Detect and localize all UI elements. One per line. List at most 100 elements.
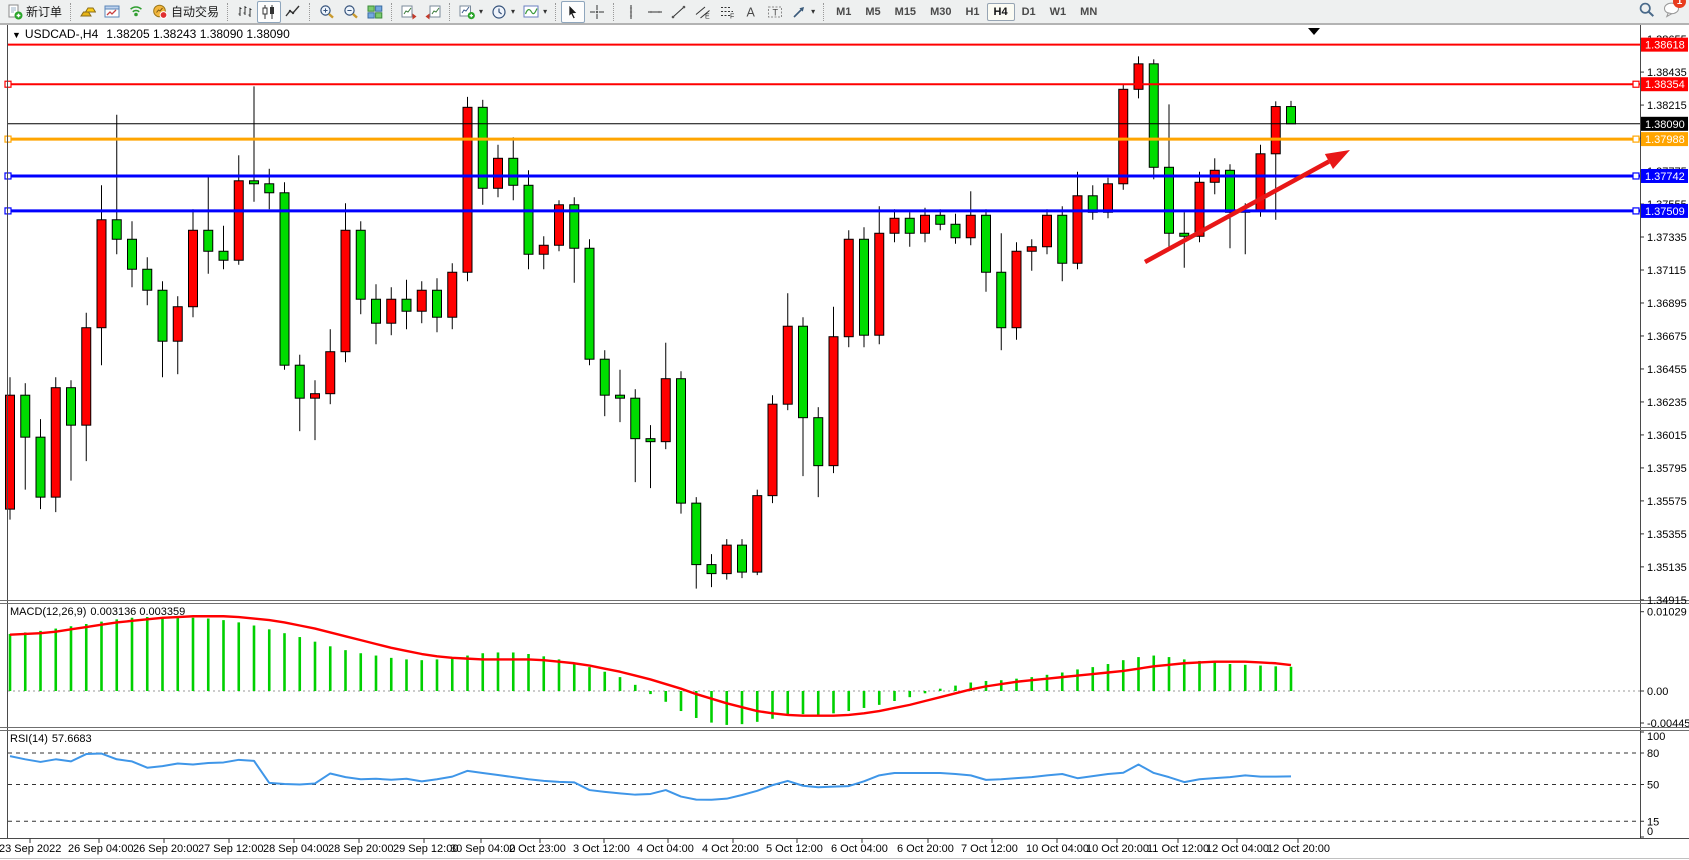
cursor-icon xyxy=(565,4,581,20)
chart-canvas[interactable]: 1.386551.384351.382151.379951.377751.375… xyxy=(0,0,1689,860)
timeframe-MN[interactable]: MN xyxy=(1073,3,1104,21)
candle-body xyxy=(173,307,182,341)
notification-badge[interactable]: 1 xyxy=(1673,0,1686,8)
toolbar-button-zoom-in[interactable] xyxy=(315,1,339,23)
rsi-tick-label: 0 xyxy=(1647,826,1653,838)
time-axis-label: 11 Oct 12:00 xyxy=(1147,843,1209,855)
candle-chart-icon xyxy=(261,4,277,20)
candle-body xyxy=(158,290,167,341)
price-tag-label: 1.37509 xyxy=(1645,206,1685,218)
toolbar-button-chat[interactable]: 1 xyxy=(1663,1,1680,23)
hline-handle[interactable] xyxy=(1633,81,1639,87)
symbol-dropdown-icon[interactable]: ▼ xyxy=(12,30,21,40)
time-axis-label: 4 Oct 04:00 xyxy=(637,843,694,855)
candle-body xyxy=(982,215,991,272)
fibonacci-icon: F xyxy=(719,4,735,20)
candle-body xyxy=(417,290,426,311)
toolbar-button-vline[interactable] xyxy=(619,1,643,23)
toolbar-button-hline[interactable] xyxy=(643,1,667,23)
candle-body xyxy=(494,158,503,188)
toolbar-button-indicators[interactable]: ▾ xyxy=(519,1,551,23)
toolbar-button-text[interactable]: A xyxy=(739,1,763,23)
time-axis-label: 30 Sep 04:00 xyxy=(450,843,515,855)
toolbar-button-profile-right[interactable] xyxy=(421,1,445,23)
toolbar-button-new-chart[interactable]: ▾ xyxy=(455,1,487,23)
price-tick-label: 1.35355 xyxy=(1647,529,1687,541)
price-tag-label: 1.38618 xyxy=(1645,40,1685,52)
candle-body xyxy=(951,224,960,237)
hline-handle[interactable] xyxy=(1633,173,1639,179)
toolbar-button-profile-left[interactable] xyxy=(397,1,421,23)
zoom-out-icon xyxy=(343,4,359,20)
toolbar-button-channel[interactable]: E xyxy=(691,1,715,23)
label-icon: T xyxy=(767,4,783,20)
candle-body xyxy=(341,230,350,351)
toolbar-button-tile-windows[interactable] xyxy=(363,1,387,23)
toolbar-button-auto-trading[interactable]: 自动交易 xyxy=(148,1,223,23)
timeframe-M30[interactable]: M30 xyxy=(923,3,958,21)
timeframe-M5[interactable]: M5 xyxy=(858,3,887,21)
svg-text:T: T xyxy=(773,7,779,17)
candle-body xyxy=(1027,247,1036,251)
toolbar-button-trendline[interactable] xyxy=(667,1,691,23)
candle-body xyxy=(1058,215,1067,263)
toolbar-button-shapes[interactable]: ▾ xyxy=(787,1,819,23)
candle-body xyxy=(799,326,808,417)
toolbar-button-fibonacci[interactable]: F xyxy=(715,1,739,23)
timeframe-M1[interactable]: M1 xyxy=(829,3,858,21)
toolbar-button-period[interactable]: ▾ xyxy=(487,1,519,23)
dropdown-arrow-icon[interactable]: ▾ xyxy=(543,7,547,16)
toolbar-button-gold[interactable] xyxy=(76,1,100,23)
price-tick-label: 1.36675 xyxy=(1647,331,1687,343)
macd-tick-label: -0.004453 xyxy=(1647,718,1689,730)
toolbar-button-candle-chart[interactable] xyxy=(257,1,281,23)
price-tick-label: 1.34915 xyxy=(1647,595,1687,607)
toolbar-button-zoom-out[interactable] xyxy=(339,1,363,23)
dropdown-arrow-icon[interactable]: ▾ xyxy=(811,7,815,16)
candle-body xyxy=(36,437,45,497)
price-tick-label: 1.35575 xyxy=(1647,496,1687,508)
toolbar-button-new-order[interactable]: 新订单 xyxy=(3,1,66,23)
toolbar-button-label[interactable]: T xyxy=(763,1,787,23)
toolbar-button-cursor[interactable] xyxy=(561,1,585,23)
chart-ohlc-values: 1.38205 1.38243 1.38090 1.38090 xyxy=(106,27,290,41)
candle-body xyxy=(936,215,945,224)
text-icon: A xyxy=(743,4,759,20)
time-axis-label: 4 Oct 20:00 xyxy=(702,843,759,855)
toolbar-button-label: 新订单 xyxy=(26,3,62,20)
toolbar-button-crosshair[interactable] xyxy=(585,1,609,23)
timeframe-M15[interactable]: M15 xyxy=(888,3,923,21)
chart-window-icon xyxy=(104,4,120,20)
hline-handle[interactable] xyxy=(1633,208,1639,214)
auto-trading-icon xyxy=(152,4,168,20)
dropdown-arrow-icon[interactable]: ▾ xyxy=(511,7,515,16)
toolbar-button-bar-chart[interactable] xyxy=(233,1,257,23)
candle-body xyxy=(6,395,15,509)
timeframe-H1[interactable]: H1 xyxy=(958,3,986,21)
toolbar-button-line-chart[interactable] xyxy=(281,1,305,23)
candle-body xyxy=(143,269,152,290)
candle-body xyxy=(783,326,792,404)
hline-handle[interactable] xyxy=(1633,136,1639,142)
dropdown-arrow-icon[interactable]: ▾ xyxy=(479,7,483,16)
candle-body xyxy=(21,395,30,437)
candle-body xyxy=(875,233,884,335)
toolbar-separator xyxy=(391,3,393,21)
timeframe-W1[interactable]: W1 xyxy=(1043,3,1074,21)
toolbar-button-signal[interactable] xyxy=(124,1,148,23)
toolbar-button-chart-window[interactable] xyxy=(100,1,124,23)
candle-body xyxy=(722,545,731,573)
candle-body xyxy=(585,248,594,359)
timeframe-H4[interactable]: H4 xyxy=(987,3,1015,21)
new-order-icon xyxy=(7,4,23,20)
rsi-tick-label: 80 xyxy=(1647,748,1659,760)
toolbar-separator xyxy=(449,3,451,21)
tile-windows-icon xyxy=(367,4,383,20)
timeframe-D1[interactable]: D1 xyxy=(1015,3,1043,21)
price-tag-label: 1.38090 xyxy=(1645,119,1685,131)
candle-body xyxy=(204,230,213,251)
toolbar-button-search[interactable] xyxy=(1638,1,1655,23)
candle-body xyxy=(387,299,396,323)
candle-body xyxy=(97,220,106,328)
macd-values: 0.003136 0.003359 xyxy=(90,606,185,618)
